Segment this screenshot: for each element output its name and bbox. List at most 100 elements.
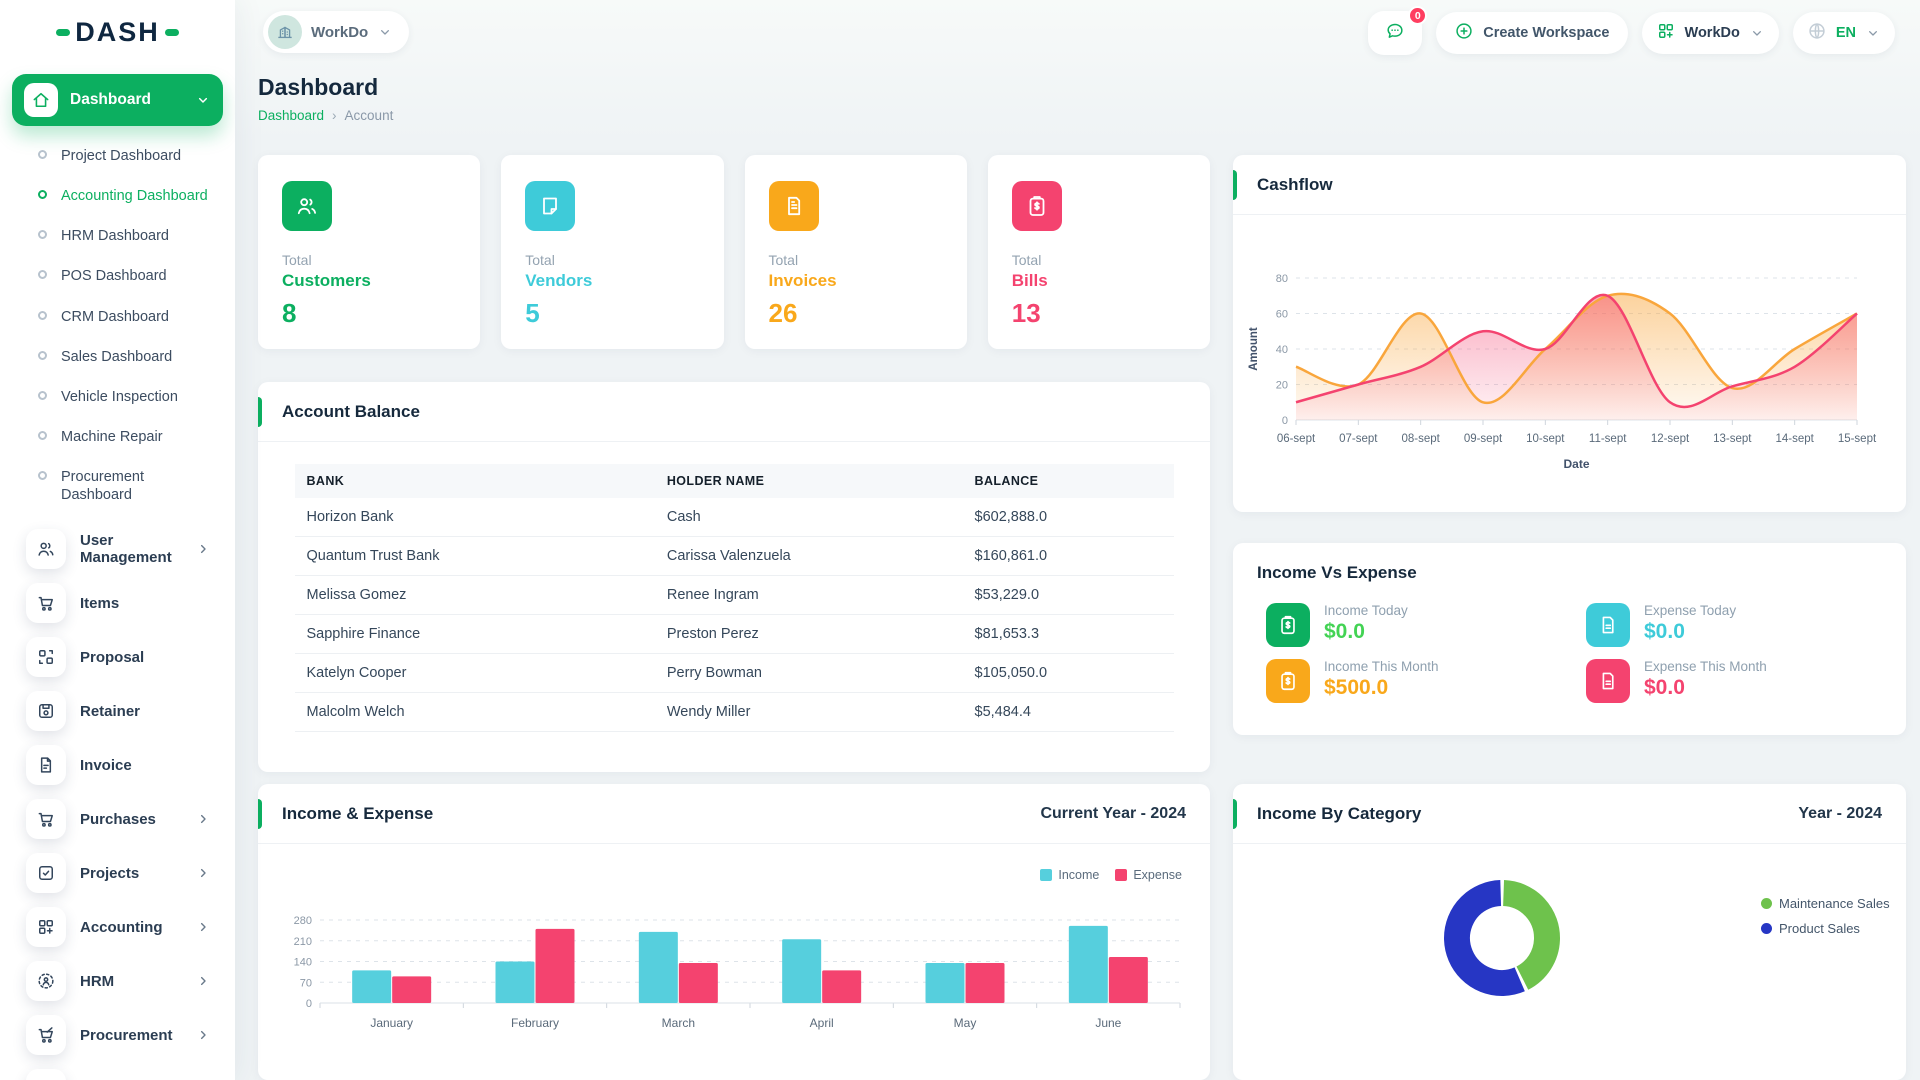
stat-value: 26 <box>769 298 943 329</box>
sidebar-subitem-crm-dashboard[interactable]: CRM Dashboard <box>12 297 223 337</box>
sidebar-item-items[interactable]: Items <box>12 577 223 629</box>
ive-item-expense-today: Expense Today$0.0 <box>1586 603 1736 647</box>
legend-item-expense[interactable]: Expense <box>1115 868 1182 882</box>
legend-item-income[interactable]: Income <box>1040 868 1099 882</box>
ive-item-income-this-month: Income This Month$500.0 <box>1266 659 1439 703</box>
income-expense-title: Income & Expense <box>282 804 433 824</box>
cell-holder-name: Cash <box>655 498 963 537</box>
clipboard-dollar-icon <box>1012 181 1062 231</box>
sidebar-subitem-sales-dashboard[interactable]: Sales Dashboard <box>12 337 223 377</box>
stat-value: 13 <box>1012 298 1186 329</box>
workdo-menu-label: WorkDo <box>1685 25 1740 41</box>
income-expense-subtitle: Current Year - 2024 <box>1040 805 1186 823</box>
sidebar-subitem-vehicle-inspection[interactable]: Vehicle Inspection <box>12 377 223 417</box>
stat-card-vendors: TotalVendors5 <box>501 155 723 349</box>
sidebar-group-dashboard[interactable]: Dashboard <box>12 74 223 126</box>
sidebar-subitem-pos-dashboard[interactable]: POS Dashboard <box>12 256 223 296</box>
income-by-category-card: Income By Category Year - 2024 Maintenan… <box>1233 784 1906 1080</box>
cell-holder-name: Perry Bowman <box>655 654 963 693</box>
table-row: Quantum Trust BankCarissa Valenzuela$160… <box>295 537 1174 576</box>
svg-text:280: 280 <box>294 915 312 927</box>
bullet-icon <box>38 311 47 320</box>
income-vs-expense-card: Income Vs Expense Income Today$0.0Expens… <box>1233 543 1906 735</box>
svg-text:60: 60 <box>1276 309 1288 321</box>
sidebar-subitem-label: Project Dashboard <box>61 147 181 165</box>
bullet-icon <box>38 150 47 159</box>
breadcrumb-root-link[interactable]: Dashboard <box>258 108 324 123</box>
sidebar-subitem-accounting-dashboard[interactable]: Accounting Dashboard <box>12 176 223 216</box>
cell-holder-name: Renee Ingram <box>655 576 963 615</box>
sidebar-item-purchases[interactable]: Purchases <box>12 793 223 845</box>
sidebar-item-accounting[interactable]: Accounting <box>12 901 223 953</box>
workspace-switcher[interactable]: WorkDo <box>263 11 409 53</box>
sidebar-item-retainer[interactable]: Retainer <box>12 685 223 737</box>
sidebar-items: User ManagementItemsProposalRetainerInvo… <box>12 519 223 1080</box>
sidebar-subitem-label: Machine Repair <box>61 428 163 446</box>
svg-text:08-sept: 08-sept <box>1401 433 1440 445</box>
sidebar-subitem-machine-repair[interactable]: Machine Repair <box>12 417 223 457</box>
cell-bank: Katelyn Cooper <box>295 654 655 693</box>
svg-text:20: 20 <box>1276 380 1288 392</box>
sidebar-subitem-hrm-dashboard[interactable]: HRM Dashboard <box>12 216 223 256</box>
svg-text:11-sept: 11-sept <box>1589 433 1627 445</box>
create-workspace-button[interactable]: Create Workspace <box>1436 12 1627 54</box>
bullet-icon <box>38 230 47 239</box>
sidebar-subitem-label: Procurement Dashboard <box>61 468 215 504</box>
messages-button[interactable]: 0 <box>1368 11 1422 55</box>
income-vs-expense-title: Income Vs Expense <box>1257 563 1882 583</box>
cell-balance: $160,861.0 <box>963 537 1174 576</box>
sidebar-item-projects[interactable]: Projects <box>12 847 223 899</box>
svg-text:January: January <box>370 1016 413 1030</box>
column-header-bank: BANK <box>295 464 655 498</box>
sidebar-item-user-management[interactable]: User Management <box>12 523 223 575</box>
sidebar-item-procurement[interactable]: Procurement <box>12 1009 223 1061</box>
income-legend-swatch <box>1040 869 1052 881</box>
legend-item-maintenance-sales[interactable]: Maintenance Sales <box>1761 896 1890 911</box>
sidebar-subitem-project-dashboard[interactable]: Project Dashboard <box>12 136 223 176</box>
legend-item-product-sales[interactable]: Product Sales <box>1761 921 1890 936</box>
app-logo[interactable]: DASH <box>0 0 235 64</box>
page-title: Dashboard <box>258 74 393 101</box>
stat-total-label: Total <box>1012 252 1186 268</box>
sidebar-nav: Dashboard Project Dashboard Accounting Da… <box>0 64 235 1080</box>
cashflow-card: 02040608006-sept07-sept08-sept09-sept10-… <box>1233 155 1906 512</box>
svg-text:70: 70 <box>300 977 312 989</box>
dots-grid-icon <box>26 1069 66 1080</box>
cell-holder-name: Wendy Miller <box>655 693 963 732</box>
legend-label: Income <box>1058 868 1099 882</box>
retainer-save-icon <box>26 691 66 731</box>
sidebar-item-invoice[interactable]: Invoice <box>12 739 223 791</box>
svg-text:06-sept: 06-sept <box>1277 433 1316 445</box>
cell-bank: Sapphire Finance <box>295 615 655 654</box>
sidebar-item-label: Accounting <box>80 919 181 936</box>
legend-label: Expense <box>1133 868 1182 882</box>
income-by-category-subtitle: Year - 2024 <box>1798 805 1882 823</box>
sidebar-item-proposal[interactable]: Proposal <box>12 631 223 683</box>
chevron-down-icon <box>1749 25 1765 41</box>
cell-balance: $5,484.4 <box>963 693 1174 732</box>
sidebar-item-hrm[interactable]: HRM <box>12 955 223 1007</box>
sidebar-subitem-procurement-dashboard[interactable]: Procurement Dashboard <box>12 457 223 515</box>
cell-bank: Malcolm Welch <box>295 693 655 732</box>
stat-total-label: Total <box>769 252 943 268</box>
ive-item-expense-this-month: Expense This Month$0.0 <box>1586 659 1767 703</box>
bullet-icon <box>38 471 47 480</box>
expense-legend-swatch <box>1115 869 1127 881</box>
svg-text:June: June <box>1095 1016 1121 1030</box>
cell-holder-name: Carissa Valenzuela <box>655 537 963 576</box>
svg-text:0: 0 <box>1282 415 1288 427</box>
users-icon <box>282 181 332 231</box>
cell-holder-name: Preston Perez <box>655 615 963 654</box>
stat-card-invoices: TotalInvoices26 <box>745 155 967 349</box>
workdo-menu-button[interactable]: WorkDo <box>1642 12 1779 54</box>
svg-text:210: 210 <box>294 936 312 948</box>
breadcrumb-separator: › <box>332 108 337 123</box>
invoice-file-icon <box>26 745 66 785</box>
sidebar-subitem-label: HRM Dashboard <box>61 227 169 245</box>
ive-label: Income Today <box>1324 603 1408 618</box>
income-expense-card: Income & Expense Current Year - 2024 Inc… <box>258 784 1210 1080</box>
language-selector[interactable]: EN <box>1793 12 1895 54</box>
clipboard-dollar-icon <box>1266 603 1310 647</box>
sidebar-item-pos[interactable]: POS <box>12 1063 223 1080</box>
chevron-right-icon <box>195 919 211 935</box>
